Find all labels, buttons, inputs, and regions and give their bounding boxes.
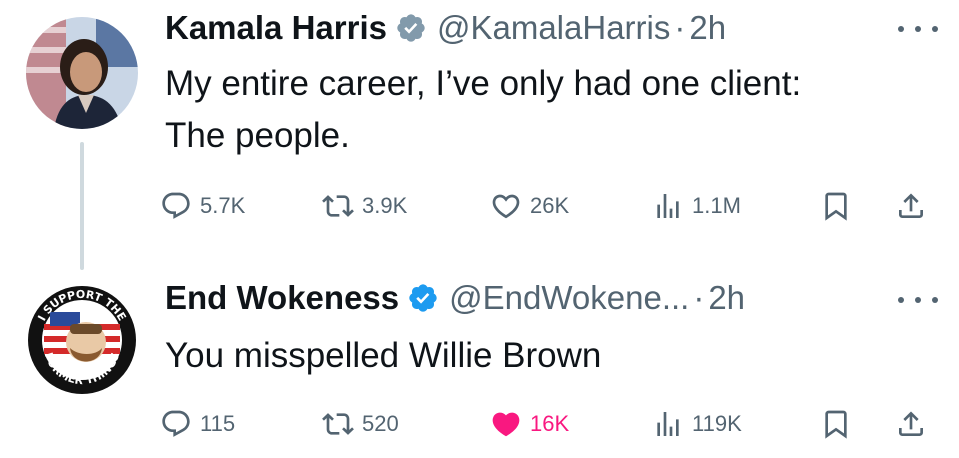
tweet-actions: 5.7K 3.9K 26K 1.1M xyxy=(160,186,950,226)
retweet-count: 520 xyxy=(362,411,399,436)
bookmark-icon xyxy=(825,192,847,221)
retweet-icon xyxy=(322,413,354,435)
share-button[interactable] xyxy=(895,186,927,226)
timestamp[interactable]: 2h xyxy=(689,9,726,47)
retweet-count: 3.9K xyxy=(362,193,408,218)
reply-button[interactable]: 5.7K xyxy=(160,186,245,226)
separator-dot: · xyxy=(693,279,705,316)
bookmark-icon xyxy=(825,410,847,439)
reply-button[interactable]: 115 xyxy=(160,404,235,444)
views-button[interactable]: 1.1M xyxy=(652,186,741,226)
tweet-text: You misspelled Willie Brown xyxy=(165,330,945,382)
views-chart-icon xyxy=(657,194,679,218)
heart-icon xyxy=(492,194,520,219)
verified-badge-icon xyxy=(407,282,439,314)
views-count: 1.1M xyxy=(692,193,741,218)
tweet-header: Kamala Harris @KamalaHarris · 2h xyxy=(165,8,726,48)
like-button[interactable]: 26K xyxy=(490,186,569,226)
tweet-header: End Wokeness @EndWokene... · 2h xyxy=(165,278,745,318)
tweet-text: My entire career, I’ve only had one clie… xyxy=(165,58,945,162)
share-icon xyxy=(899,411,923,436)
bookmark-button[interactable] xyxy=(820,404,852,444)
user-handle[interactable]: @KamalaHarris xyxy=(437,9,670,47)
share-icon xyxy=(899,193,923,218)
like-button[interactable]: 16K xyxy=(490,404,569,444)
retweet-button[interactable]: 520 xyxy=(322,404,399,444)
separator-dot: · xyxy=(674,9,686,46)
tweet-actions: 115 520 16K 119K xyxy=(160,404,950,444)
bookmark-button[interactable] xyxy=(820,186,852,226)
views-button[interactable]: 119K xyxy=(652,404,742,444)
reply-count: 5.7K xyxy=(200,193,246,218)
user-handle[interactable]: @EndWokene... xyxy=(449,279,689,317)
timestamp[interactable]: 2h xyxy=(708,279,745,317)
display-name[interactable]: End Wokeness xyxy=(165,279,399,317)
like-count: 26K xyxy=(530,193,570,218)
more-options-icon[interactable] xyxy=(898,14,938,44)
reply-icon xyxy=(162,410,190,437)
avatar[interactable]: I SUPPORT THE FORMER THINGS xyxy=(26,284,138,396)
like-count: 16K xyxy=(530,411,570,436)
reply-icon xyxy=(162,192,190,219)
avatar-logo-image: I SUPPORT THE FORMER THINGS xyxy=(26,284,138,396)
thread-connector-line xyxy=(80,142,84,270)
views-chart-icon xyxy=(657,412,679,436)
tweet-text-line: You misspelled Willie Brown xyxy=(165,336,602,375)
more-options-icon[interactable] xyxy=(898,285,938,315)
tweet-text-line: My entire career, I’ve only had one clie… xyxy=(165,64,802,103)
share-button[interactable] xyxy=(895,404,927,444)
display-name[interactable]: Kamala Harris xyxy=(165,9,387,47)
reply-count: 115 xyxy=(200,411,236,436)
retweet-button[interactable]: 3.9K xyxy=(322,186,407,226)
avatar-image xyxy=(26,17,138,129)
avatar[interactable] xyxy=(26,17,138,129)
heart-filled-icon xyxy=(492,412,520,437)
retweet-icon xyxy=(322,195,354,217)
views-count: 119K xyxy=(692,411,742,436)
tweet-text-line: The people. xyxy=(165,116,350,155)
verified-badge-icon xyxy=(395,12,427,44)
